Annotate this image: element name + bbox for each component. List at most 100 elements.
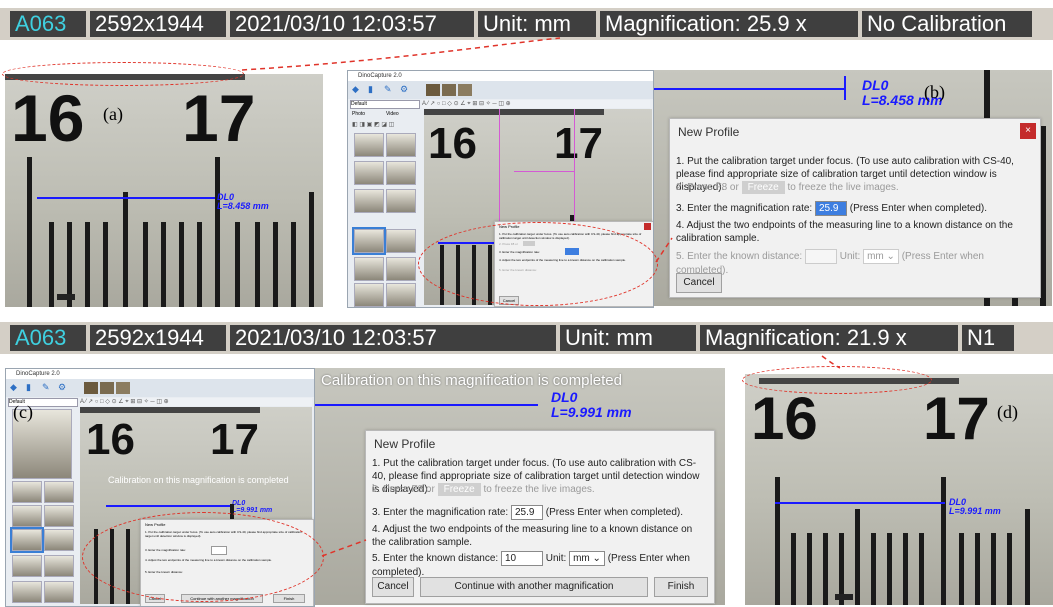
scale-bar xyxy=(57,294,75,300)
scale-number-16: 16 xyxy=(11,81,85,155)
gallery-thumb[interactable] xyxy=(44,505,74,527)
camera-icon[interactable]: ◆ xyxy=(352,84,359,95)
finish-button[interactable]: Finish xyxy=(654,577,708,597)
measure-label: DL0 L=9.991 mm xyxy=(949,497,1001,517)
gallery-thumb[interactable] xyxy=(354,257,384,281)
gallery-thumb[interactable] xyxy=(386,133,416,157)
info-bar-top: A063 2592x1944 2021/03/10 12:03:57 Unit:… xyxy=(0,8,1053,40)
unit-label: Unit: mm xyxy=(560,325,696,351)
measure-toolbar[interactable]: A ⁄ ↗ ○ □ ◇ ⊙ ∠ ⌖ ⊞ ⊟ ✧ ─ ◫ ⊕ xyxy=(80,398,312,406)
scale-number-16: 16 xyxy=(751,385,818,452)
unit-select[interactable]: mm ⌄ xyxy=(569,551,605,566)
app-window-b: DinoCapture 2.0 ◆ ▮ ✎ ⚙ Default A ⁄ ↗ ○ … xyxy=(347,70,654,308)
cancel-button[interactable]: Cancel xyxy=(676,273,722,293)
measure-label-zoom: DL0 L=9.991 mm xyxy=(551,389,632,420)
microscope-image-a: 16 17 DL0 L=8.458 mm (a) xyxy=(5,74,323,307)
mini-magnification-input[interactable] xyxy=(211,546,227,555)
mini-magnification-input[interactable] xyxy=(565,248,579,255)
panel-c: Calibration on this magnification is com… xyxy=(5,368,725,607)
dialog-step-4: 4. Adjust the two endpoints of the measu… xyxy=(676,220,1013,244)
info-bar-bottom: A063 2592x1944 2021/03/10 12:03:57 Unit:… xyxy=(0,322,1053,354)
gallery-thumb[interactable] xyxy=(44,481,74,503)
camera-id: A063 xyxy=(10,325,86,351)
folder-icon[interactable]: ▮ xyxy=(26,382,31,393)
tab-photo[interactable]: Photo xyxy=(352,111,365,117)
gallery-thumb[interactable] xyxy=(44,555,74,577)
mini-new-profile-dialog: New Profile 1. Put the calibration targe… xyxy=(494,221,653,307)
new-profile-dialog-c: New Profile 1. Put the calibration targe… xyxy=(365,430,715,604)
gallery-thumb[interactable] xyxy=(354,161,384,185)
freeze-button[interactable]: Freeze xyxy=(437,483,481,496)
profile-select[interactable]: Default xyxy=(350,100,420,109)
continue-button[interactable]: Continue with another magnification xyxy=(420,577,648,597)
datetime-label: 2021/03/10 12:03:57 xyxy=(230,11,474,37)
gallery-thumb[interactable] xyxy=(386,161,416,185)
magnification-label: Magnification: 21.9 x xyxy=(700,325,958,351)
gallery-thumb[interactable] xyxy=(354,133,384,157)
freeze-button[interactable]: Freeze xyxy=(741,181,785,194)
pen-icon[interactable]: ✎ xyxy=(384,84,392,95)
measure-line[interactable] xyxy=(37,197,215,199)
app-title: DinoCapture 2.0 xyxy=(348,71,653,81)
mini-freeze-button[interactable] xyxy=(523,241,535,246)
mini-new-profile-dialog: New Profile 1. Put the calibration targe… xyxy=(140,519,314,606)
gallery-thumb[interactable] xyxy=(44,581,74,603)
scale-number-17: 17 xyxy=(182,81,256,155)
unit-select[interactable]: mm ⌄ xyxy=(863,249,899,264)
gallery-thumb-selected[interactable] xyxy=(352,227,386,255)
gear-icon[interactable]: ⚙ xyxy=(58,382,66,393)
gallery-thumb[interactable] xyxy=(354,283,384,307)
cancel-button[interactable]: Cancel xyxy=(372,577,414,597)
camera-id: A063 xyxy=(10,11,86,37)
tab-video[interactable]: Video xyxy=(386,111,399,117)
magnification-input[interactable]: 25.9 xyxy=(510,505,543,520)
gallery-toolbar-icons[interactable]: ◧ ◨ ▣ ◩ ◪ ◫ xyxy=(352,121,394,128)
app-toolbar: ◆ ▮ ✎ ⚙ xyxy=(6,379,314,397)
capture-thumb-2[interactable] xyxy=(442,84,456,96)
gallery-thumb[interactable] xyxy=(386,229,416,253)
gallery-thumb[interactable] xyxy=(386,283,416,307)
known-distance-input[interactable] xyxy=(804,249,837,264)
gallery-thumb[interactable] xyxy=(354,189,384,213)
gallery-thumb[interactable] xyxy=(386,257,416,281)
new-profile-dialog-b: New Profile × 1. Put the calibration tar… xyxy=(669,118,1041,298)
gallery-thumb[interactable] xyxy=(12,481,42,503)
scale-number-17: 17 xyxy=(923,385,990,452)
gallery-thumb[interactable] xyxy=(12,505,42,527)
dialog-step-5: 5. Enter the known distance: Unit: mm ⌄ … xyxy=(676,249,984,276)
magnification-input[interactable]: 25.9 xyxy=(814,201,847,216)
folder-icon[interactable]: ▮ xyxy=(368,84,373,95)
dialog-title: New Profile xyxy=(678,125,740,139)
mini-continue-button[interactable]: Continue with another magnification xyxy=(181,594,263,603)
pen-icon[interactable]: ✎ xyxy=(42,382,50,393)
close-icon[interactable]: × xyxy=(1020,123,1036,139)
mini-close-icon[interactable] xyxy=(644,223,651,230)
app-window-c: DinoCapture 2.0 ◆ ▮ ✎ ⚙ Default A ⁄ ↗ ○ … xyxy=(5,368,315,607)
unit-label: Unit: mm xyxy=(478,11,596,37)
resolution-label: 2592x1944 xyxy=(90,11,226,37)
microscope-image-d: 16 17 DL0 L=9.991 mm (d) xyxy=(745,374,1053,605)
dialog-step-5: 5. Enter the known distance: 10 Unit: mm… xyxy=(372,551,690,578)
gallery-thumb[interactable] xyxy=(44,529,74,551)
known-distance-input[interactable]: 10 xyxy=(500,551,543,566)
mini-cancel-button[interactable]: Cancel xyxy=(499,296,519,305)
measure-line[interactable] xyxy=(775,502,945,504)
gear-icon[interactable]: ⚙ xyxy=(400,84,408,95)
camera-icon[interactable]: ◆ xyxy=(10,382,17,393)
calibration-complete-banner: Calibration on this magnification is com… xyxy=(321,372,622,389)
measure-label: DL0 L=8.458 mm xyxy=(217,192,269,212)
mini-finish-button[interactable]: Finish xyxy=(273,594,305,603)
dialog-step-2: 2. Press F8 or Freeze to freeze the live… xyxy=(372,483,595,496)
mini-cancel-button[interactable]: Cancel xyxy=(145,594,165,603)
capture-thumb-1[interactable] xyxy=(426,84,440,96)
panel-label-c: (c) xyxy=(13,402,33,422)
dialog-title: New Profile xyxy=(374,437,436,451)
dialog-step-3: 3. Enter the magnification rate: 25.9 (P… xyxy=(372,505,684,520)
measure-toolbar[interactable]: A ⁄ ↗ ○ □ ◇ ⊙ ∠ ⌖ ⊞ ⊟ ✧ ─ ◫ ⊕ xyxy=(422,100,650,108)
capture-thumb-3[interactable] xyxy=(458,84,472,96)
panel-label-d: (d) xyxy=(997,402,1018,422)
gallery-thumb[interactable] xyxy=(12,581,42,603)
gallery-thumb[interactable] xyxy=(12,555,42,577)
gallery-thumb-selected[interactable] xyxy=(10,527,44,553)
gallery-thumb[interactable] xyxy=(386,189,416,213)
